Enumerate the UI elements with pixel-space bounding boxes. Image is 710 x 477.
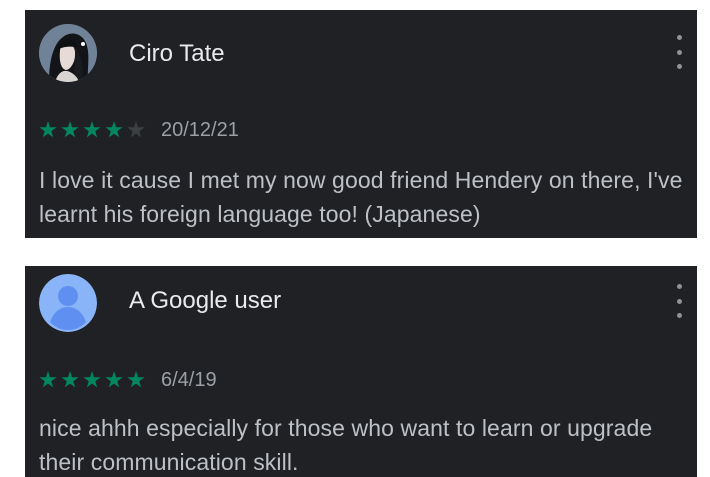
star-filled-icon — [61, 371, 79, 388]
star-filled-icon — [39, 371, 57, 388]
star-filled-icon — [83, 371, 101, 388]
reviewer-name: A Google user — [129, 287, 282, 314]
review-date: 20/12/21 — [161, 119, 239, 141]
default-user-avatar-icon — [39, 274, 97, 332]
star-filled-icon — [105, 121, 123, 138]
menu-dot — [676, 64, 682, 69]
star-filled-icon — [83, 121, 101, 138]
user-avatar[interactable] — [39, 274, 97, 332]
menu-dot — [676, 313, 682, 318]
more-vert-icon[interactable] — [671, 35, 687, 69]
review-text: I love it cause I met my now good friend… — [39, 167, 683, 227]
review-text: nice ahhh especially for those who want … — [39, 415, 653, 475]
more-vert-icon[interactable] — [671, 284, 687, 318]
menu-dot — [676, 298, 682, 304]
star-rating: 20/12/21 — [39, 118, 239, 142]
profile-photo-icon — [39, 24, 97, 82]
menu-dot — [676, 49, 682, 55]
star-filled-icon — [61, 121, 79, 138]
review-date: 6/4/19 — [161, 369, 217, 391]
review-card: Ciro Tate 20/12/21 I love it cause I met… — [25, 10, 697, 238]
star-rating: 6/4/19 — [39, 368, 217, 392]
star-filled-icon — [39, 121, 57, 138]
menu-dot — [676, 284, 682, 289]
star-empty-icon — [127, 121, 145, 138]
reviewer-name: Ciro Tate — [129, 40, 225, 67]
star-filled-icon — [105, 371, 123, 388]
menu-dot — [676, 35, 682, 40]
user-avatar[interactable] — [39, 24, 97, 82]
review-card: A Google user 6/4/19 nice ahhh especiall… — [25, 266, 697, 477]
star-filled-icon — [127, 371, 145, 388]
